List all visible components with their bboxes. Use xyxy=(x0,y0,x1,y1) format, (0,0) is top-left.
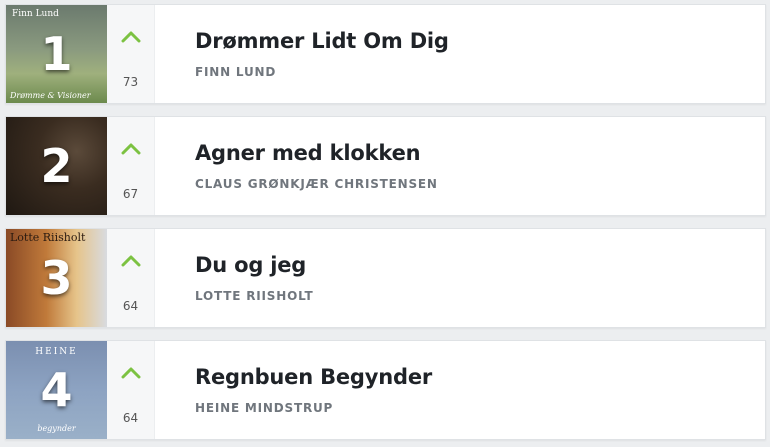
vote-count: 67 xyxy=(122,187,139,201)
album-cover[interactable]: HEINE begynder 4 xyxy=(6,341,107,439)
chevron-up-icon xyxy=(121,31,141,43)
song-info: Drømmer Lidt Om Dig FINN LUND xyxy=(155,5,449,103)
cover-artist-text: HEINE xyxy=(35,347,78,357)
chevron-up-icon xyxy=(121,255,141,267)
song-title[interactable]: Drømmer Lidt Om Dig xyxy=(195,29,449,53)
song-info: Regnbuen Begynder HEINE MINDSTRUP xyxy=(155,341,432,439)
chart-list: Finn Lund Drømme & Visioner 1 73 Drømmer… xyxy=(5,4,766,440)
cover-artist-text: Finn Lund xyxy=(12,9,59,19)
vote-count: 64 xyxy=(122,299,139,313)
trend-box: 64 xyxy=(107,341,155,439)
song-info: Du og jeg LOTTE RIISHOLT xyxy=(155,229,314,327)
song-title[interactable]: Agner med klokken xyxy=(195,141,438,165)
chart-row[interactable]: HEINE begynder 4 64 Regnbuen Begynder HE… xyxy=(5,340,766,440)
album-cover[interactable]: Finn Lund Drømme & Visioner 1 xyxy=(6,5,107,103)
rank-number: 2 xyxy=(40,139,73,193)
artist-name[interactable]: FINN LUND xyxy=(195,65,449,79)
chart-row[interactable]: Finn Lund Drømme & Visioner 1 73 Drømmer… xyxy=(5,4,766,104)
rank-number: 4 xyxy=(40,363,73,417)
trend-box: 67 xyxy=(107,117,155,215)
album-cover[interactable]: 2 xyxy=(6,117,107,215)
rank-number: 1 xyxy=(40,27,73,81)
song-info: Agner med klokken CLAUS GRØNKJÆR CHRISTE… xyxy=(155,117,438,215)
trend-box: 64 xyxy=(107,229,155,327)
song-title[interactable]: Regnbuen Begynder xyxy=(195,365,432,389)
chart-row[interactable]: 2 67 Agner med klokken CLAUS GRØNKJÆR CH… xyxy=(5,116,766,216)
artist-name[interactable]: CLAUS GRØNKJÆR CHRISTENSEN xyxy=(195,177,438,191)
album-cover[interactable]: Lotte Riisholt 3 xyxy=(6,229,107,327)
chevron-up-icon xyxy=(121,367,141,379)
song-title[interactable]: Du og jeg xyxy=(195,253,314,277)
rank-number: 3 xyxy=(40,251,73,305)
cover-album-text: begynder xyxy=(37,424,76,433)
cover-album-text: Drømme & Visioner xyxy=(10,91,91,100)
artist-name[interactable]: HEINE MINDSTRUP xyxy=(195,401,432,415)
chevron-up-icon xyxy=(121,143,141,155)
vote-count: 73 xyxy=(122,75,139,89)
artist-name[interactable]: LOTTE RIISHOLT xyxy=(195,289,314,303)
trend-box: 73 xyxy=(107,5,155,103)
cover-artist-text: Lotte Riisholt xyxy=(10,231,86,244)
chart-row[interactable]: Lotte Riisholt 3 64 Du og jeg LOTTE RIIS… xyxy=(5,228,766,328)
vote-count: 64 xyxy=(122,411,139,425)
